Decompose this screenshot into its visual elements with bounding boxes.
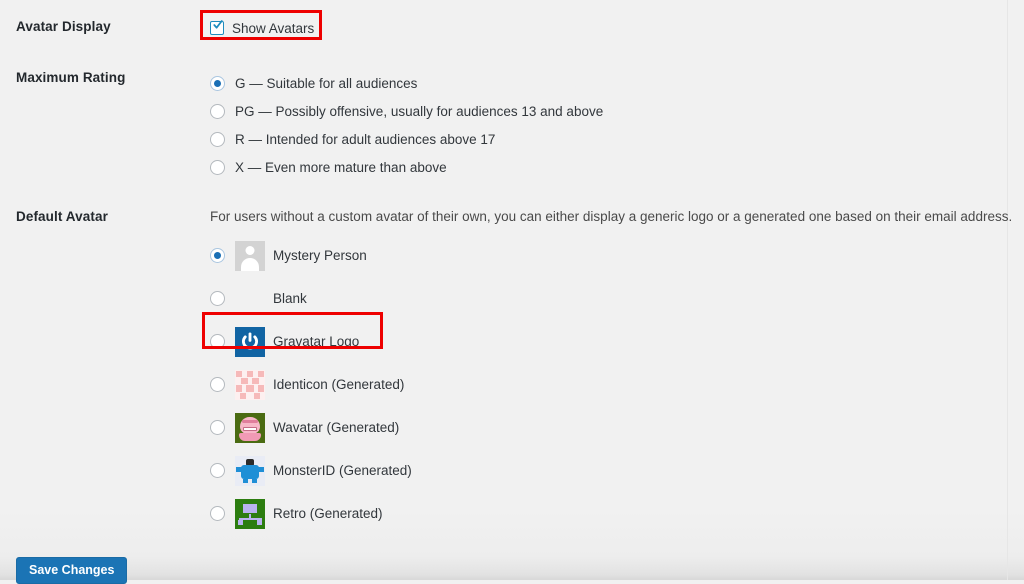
avatar-radio-wavatar[interactable] [210,420,225,435]
show-avatars-label: Show Avatars [232,20,315,36]
checkmark-icon [213,19,223,31]
monsterid-avatar-icon [235,455,265,486]
wavatar-avatar-icon [235,412,265,443]
rating-radio-r[interactable] [210,131,225,147]
rating-label-pg: PG — Possibly offensive, usually for aud… [235,103,604,119]
avatar-option-wavatar[interactable]: Wavatar (Generated) [210,406,1012,449]
rating-label-x: X — Even more mature than above [235,159,447,175]
rating-option-r[interactable]: R — Intended for adult audiences above 1… [210,125,603,153]
avatar-label-blank: Blank [273,291,307,306]
avatar-option-gravatar-logo[interactable]: Gravatar Logo [210,320,1012,363]
rating-label-r: R — Intended for adult audiences above 1… [235,131,496,147]
avatar-radio-gravatar-logo[interactable] [210,334,225,349]
maximum-rating-options: G — Suitable for all audiences PG — Poss… [210,69,603,181]
show-avatars-checkbox[interactable] [210,19,224,35]
default-avatar-label: Default Avatar [16,209,108,224]
rating-option-pg[interactable]: PG — Possibly offensive, usually for aud… [210,97,603,125]
avatar-option-blank[interactable]: Blank [210,277,1012,320]
rating-radio-g[interactable] [210,75,225,91]
avatar-option-retro[interactable]: Retro (Generated) [210,492,1012,535]
retro-avatar-icon [235,498,265,529]
avatar-label-mystery-person: Mystery Person [273,248,367,263]
avatar-display-label: Avatar Display [16,19,111,34]
avatar-display-field: Show Avatars [210,18,314,38]
default-avatar-options: For users without a custom avatar of the… [210,208,1012,535]
avatar-option-identicon[interactable]: Identicon (Generated) [210,363,1012,406]
show-avatars-checkbox-row[interactable]: Show Avatars [210,18,314,38]
avatar-option-mystery-person[interactable]: Mystery Person [210,234,1012,277]
rating-radio-pg[interactable] [210,103,225,119]
avatar-radio-mystery-person[interactable] [210,248,225,263]
avatar-label-retro: Retro (Generated) [273,506,383,521]
rating-radio-x[interactable] [210,159,225,175]
avatar-radio-identicon[interactable] [210,377,225,392]
settings-discussion-page: Avatar Display Show Avatars Maximum Rati… [0,0,1024,584]
default-avatar-description: For users without a custom avatar of the… [210,209,1013,224]
rating-label-g: G — Suitable for all audiences [235,75,418,91]
rating-option-g[interactable]: G — Suitable for all audiences [210,69,603,97]
avatar-label-identicon: Identicon (Generated) [273,377,405,392]
avatar-option-monsterid[interactable]: MonsterID (Generated) [210,449,1012,492]
maximum-rating-label: Maximum Rating [16,70,126,85]
avatar-radio-retro[interactable] [210,506,225,521]
rating-option-x[interactable]: X — Even more mature than above [210,153,603,181]
mystery-person-avatar-icon [235,240,265,271]
avatar-label-monsterid: MonsterID (Generated) [273,463,412,478]
gravatar-logo-icon [235,326,265,357]
avatar-label-wavatar: Wavatar (Generated) [273,420,400,435]
avatar-radio-blank[interactable] [210,291,225,306]
blank-avatar-icon [235,284,265,314]
avatar-radio-monsterid[interactable] [210,463,225,478]
avatar-label-gravatar-logo: Gravatar Logo [273,334,360,349]
identicon-avatar-icon [235,369,265,400]
